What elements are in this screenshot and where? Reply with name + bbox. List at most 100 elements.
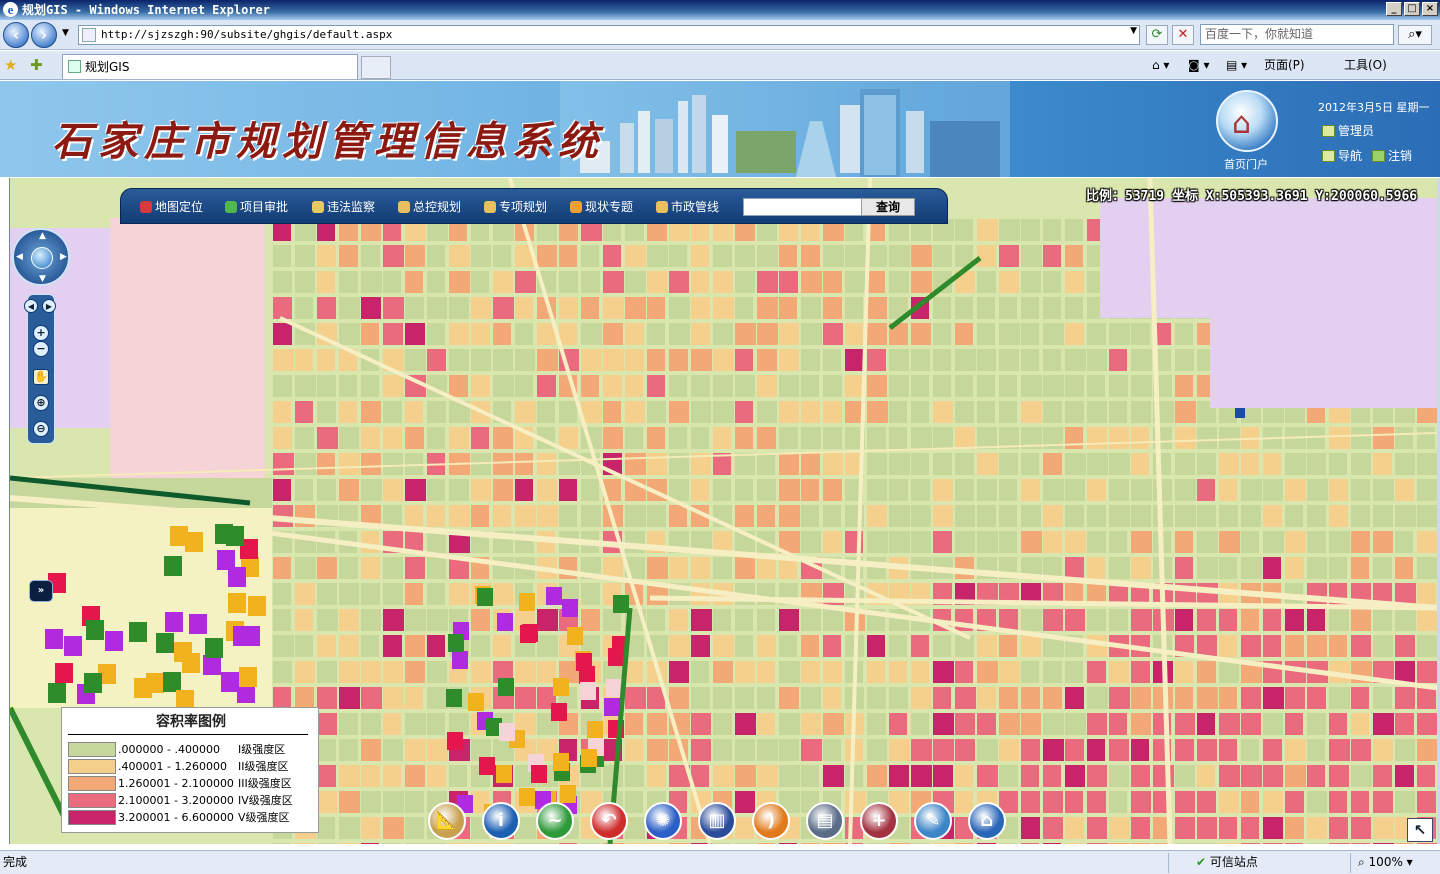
zoom-out-button[interactable]: − [33, 341, 49, 357]
forward-button[interactable]: › [31, 22, 57, 48]
land-parcel [361, 479, 382, 501]
land-parcel [977, 245, 996, 267]
land-parcel [977, 687, 996, 709]
land-parcel [361, 323, 379, 345]
fast-forward-button[interactable]: » [29, 580, 53, 602]
land-parcel [383, 557, 403, 579]
url-dropdown-icon[interactable]: ▼ [1130, 26, 1137, 36]
pan-up-icon[interactable]: ▲ [39, 231, 46, 241]
legend-swatch [68, 810, 116, 825]
info-icon[interactable]: i [482, 802, 520, 840]
history-dropdown-icon[interactable]: ▼ [62, 28, 69, 38]
ruler-icon[interactable]: 📐 [428, 802, 466, 840]
bookmark-add-icon[interactable]: + [860, 802, 898, 840]
home-icon[interactable]: ⌂ ▾ [1152, 56, 1169, 74]
close-button[interactable]: × [1422, 2, 1438, 16]
land-parcel [1043, 323, 1064, 345]
feeds-icon[interactable]: ◙ ▾ [1188, 56, 1209, 74]
land-parcel [471, 323, 490, 345]
minimize-button[interactable]: _ [1386, 2, 1402, 16]
page-menu[interactable]: 页面(P) [1264, 56, 1305, 74]
land-parcel [1307, 635, 1327, 657]
home-portal-button[interactable]: ⌂ [1216, 90, 1278, 152]
map-canvas[interactable]: 查询 比例：53719 坐标 X:505393.3691 Y:200060.59… [9, 178, 1437, 844]
map-tool-6[interactable]: 现状专题 [570, 199, 633, 215]
url-field[interactable]: http://sjzszgh:90/subsite/ghgis/default.… [78, 25, 1140, 45]
land-parcel [1241, 791, 1259, 813]
land-parcel [1285, 817, 1304, 839]
map-tool-3[interactable]: 违法监察 [312, 199, 375, 215]
land-parcel [1307, 687, 1326, 709]
land-parcel [405, 401, 423, 423]
chart-icon[interactable]: ~ [536, 802, 574, 840]
land-parcel [1395, 687, 1415, 709]
land-parcel [889, 375, 909, 397]
pan-hand-icon[interactable]: ✋ [33, 369, 49, 385]
land-parcel [1065, 791, 1083, 813]
map-tool-4[interactable]: 总控规划 [398, 199, 461, 215]
stop-button[interactable]: ✕ [1172, 25, 1194, 45]
globe-icon[interactable] [31, 247, 53, 269]
new-tab-button[interactable] [361, 56, 391, 79]
favorites-star-icon[interactable]: ★ [4, 56, 17, 74]
land-parcel [606, 679, 622, 697]
expand-button[interactable]: ↖ [1407, 818, 1433, 842]
land-parcel [735, 739, 755, 761]
home-icon[interactable]: ⌂ [968, 802, 1006, 840]
back-icon[interactable]: ↶ [590, 802, 628, 840]
land-parcel [757, 739, 778, 761]
map-tool-icon [225, 201, 237, 213]
print-icon[interactable]: ▤ ▾ [1226, 56, 1247, 74]
map-tool-1[interactable]: 地图定位 [140, 199, 203, 215]
back-button[interactable]: ‹ [3, 22, 29, 48]
search-input[interactable]: 百度一下，你就知道 [1200, 24, 1394, 45]
refresh-button[interactable]: ⟳ [1146, 25, 1168, 45]
land-parcel [1131, 453, 1149, 475]
rss-icon[interactable]: ) [752, 802, 790, 840]
tools-menu[interactable]: 工具(O) [1344, 56, 1387, 74]
land-parcel [977, 479, 997, 501]
land-parcel [273, 375, 292, 397]
add-favorite-icon[interactable]: ✚ [30, 56, 43, 74]
next-extent-icon[interactable]: ▶ [42, 299, 56, 313]
pan-down-icon[interactable]: ▼ [39, 274, 46, 284]
land-parcel [1087, 557, 1105, 579]
browser-tab[interactable]: 规划GIS [62, 54, 358, 79]
pan-left-icon[interactable]: ◀ [16, 252, 23, 262]
land-parcel [537, 401, 555, 423]
land-parcel [669, 687, 689, 709]
land-parcel [493, 453, 513, 475]
security-zone[interactable]: ✔ 可信站点 [1196, 851, 1258, 873]
prev-extent-icon[interactable]: ◀ [24, 299, 38, 313]
home-portal-label[interactable]: 首页门户 [1224, 156, 1268, 172]
pan-control[interactable]: ▲ ▼ ◀ ▶ [12, 228, 70, 286]
land-parcel [779, 687, 799, 709]
ie-logo-icon: e [3, 2, 18, 17]
land-parcel [1087, 531, 1106, 553]
map-tool-2[interactable]: 项目审批 [225, 199, 288, 215]
zoom-level[interactable]: ⌕ 100% ▾ [1358, 851, 1413, 873]
land-parcel [1043, 531, 1062, 553]
zoom-in-tool-icon[interactable]: ⊕ [33, 395, 49, 411]
land-parcel [1109, 765, 1129, 787]
nav-link[interactable]: 导航 [1322, 147, 1362, 164]
map-tool-5[interactable]: 专项规划 [484, 199, 547, 215]
land-parcel [713, 323, 733, 345]
land-parcel [647, 557, 668, 579]
edit-icon[interactable]: ✎ [914, 802, 952, 840]
query-button[interactable]: 查询 [861, 198, 915, 216]
zoom-out-tool-icon[interactable]: ⊖ [33, 421, 49, 437]
maximize-button[interactable]: □ [1404, 2, 1420, 16]
zoom-in-button[interactable]: + [33, 325, 49, 341]
network-icon[interactable]: ✺ [644, 802, 682, 840]
map-tool-7[interactable]: 市政管线 [656, 199, 719, 215]
layers-icon[interactable]: ▥ [698, 802, 736, 840]
print-icon[interactable]: ▤ [806, 802, 844, 840]
search-go-button[interactable]: ⌕▾ [1398, 25, 1432, 45]
map-search-input[interactable] [743, 198, 863, 216]
logout-link[interactable]: 注销 [1372, 147, 1412, 164]
land-parcel [1087, 401, 1107, 423]
land-parcel [1241, 479, 1262, 501]
land-parcel [647, 713, 667, 735]
pan-right-icon[interactable]: ▶ [60, 252, 67, 262]
